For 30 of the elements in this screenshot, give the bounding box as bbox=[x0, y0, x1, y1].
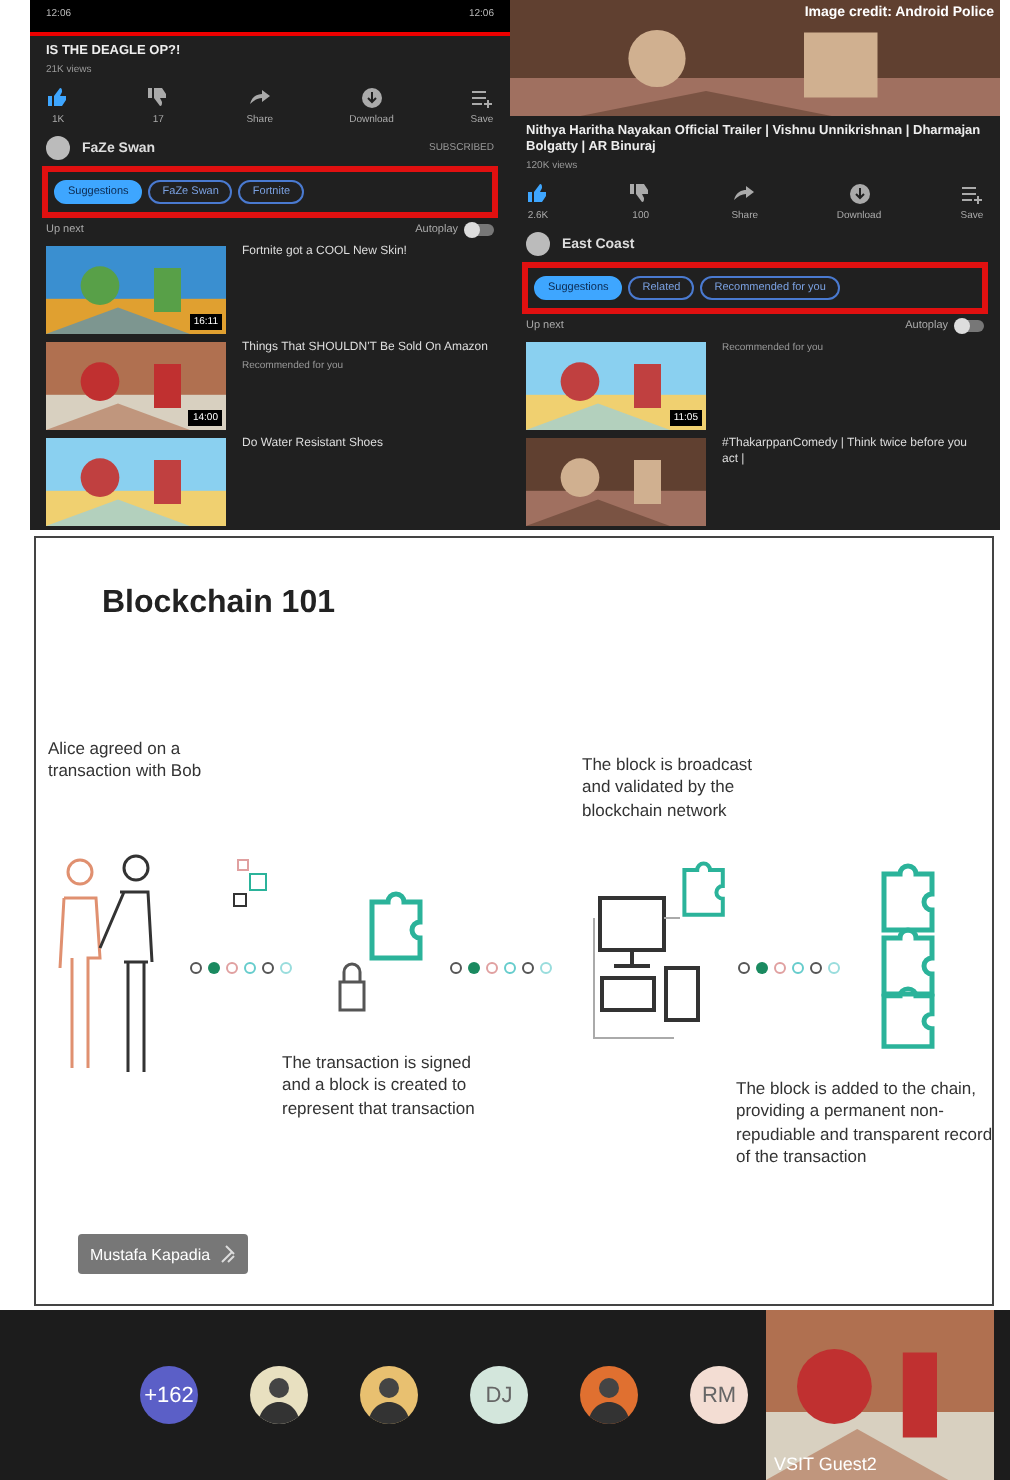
participant-name: VSIT Guest2 bbox=[774, 1454, 877, 1474]
thumbs-up-icon bbox=[46, 86, 70, 110]
participant-avatar[interactable] bbox=[360, 1366, 418, 1424]
add-to-playlist-icon bbox=[469, 86, 494, 110]
slide-caption: The block is added to the chain, providing a permanent non-repudiable and transparent record of the transaction bbox=[736, 1078, 995, 1170]
download-icon bbox=[847, 182, 871, 206]
share-icon bbox=[247, 86, 272, 110]
slide-title: Blockchain 101 bbox=[102, 586, 335, 622]
dot-row-drawing bbox=[188, 958, 294, 978]
download-icon bbox=[359, 86, 384, 110]
autoplay-toggle[interactable] bbox=[466, 224, 494, 236]
add-to-playlist-icon bbox=[959, 182, 984, 206]
slide-caption: The block is broadcast and validated by the blockchain network bbox=[582, 754, 755, 823]
dot-row-drawing bbox=[736, 958, 842, 978]
presenter-name: Mustafa Kapadia bbox=[90, 1245, 211, 1263]
slide-caption: The transaction is signed and a block is created to represent that transaction bbox=[282, 1052, 477, 1121]
slide-caption: Alice agreed on a transaction with Bob bbox=[48, 738, 204, 784]
participant-avatar[interactable]: RM bbox=[690, 1366, 748, 1424]
participant-avatar[interactable]: DJ bbox=[470, 1366, 528, 1424]
participant-avatar[interactable] bbox=[580, 1366, 638, 1424]
thumbs-up-icon bbox=[526, 182, 550, 206]
thumbs-down-icon bbox=[146, 86, 171, 110]
participant-avatar[interactable] bbox=[250, 1366, 308, 1424]
dot-row-drawing bbox=[448, 958, 554, 978]
channel-avatar bbox=[46, 136, 70, 160]
autoplay-toggle[interactable] bbox=[956, 320, 984, 332]
thumbs-down-icon bbox=[628, 182, 653, 206]
channel-avatar bbox=[526, 232, 550, 256]
participant-avatar[interactable]: +162 bbox=[140, 1366, 198, 1424]
share-icon bbox=[732, 182, 757, 206]
